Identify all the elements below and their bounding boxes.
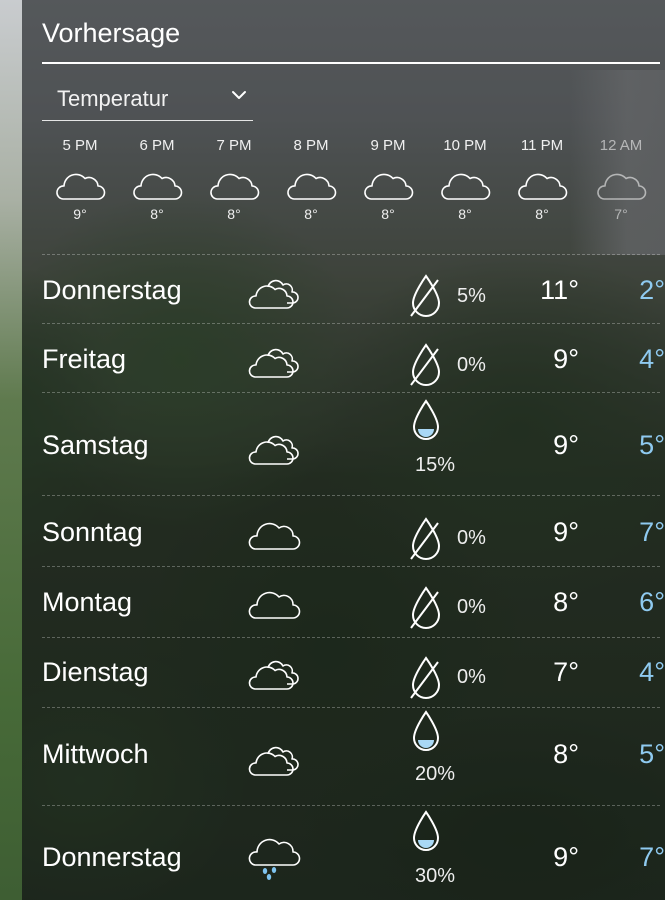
day-name: Donnerstag — [42, 275, 182, 305]
hour-temp: 8° — [381, 206, 395, 222]
precip-chance: 5% — [457, 285, 486, 307]
chevron-down-icon — [232, 91, 246, 99]
daily-row[interactable]: Donnerstag 5% 11° 2° — [42, 258, 665, 324]
row-divider — [42, 254, 660, 255]
hour-temp: 8° — [535, 206, 549, 222]
low-temp: 5° — [639, 430, 665, 460]
cloud-icon — [248, 522, 301, 550]
day-name: Freitag — [42, 344, 127, 374]
cloud-icon — [518, 173, 568, 200]
hour-time: 7 PM — [216, 137, 252, 154]
high-temp: 9° — [553, 430, 579, 460]
section-title: Vorhersage — [42, 18, 181, 48]
clouds-icon — [248, 746, 299, 776]
hour-item: 5 PM 9° — [44, 136, 116, 222]
precip-chance: 0% — [457, 527, 486, 549]
hour-temp: 8° — [458, 206, 472, 222]
clouds-icon — [248, 348, 299, 378]
hour-item: 12 AM 7° — [585, 136, 657, 222]
hour-temp: 8° — [304, 206, 318, 222]
hour-time: 10 PM — [443, 137, 487, 154]
hour-time: 12 AM — [599, 137, 643, 154]
day-name: Sonntag — [42, 517, 143, 547]
hour-item: 10 PM 8° — [429, 136, 501, 222]
dropdown-selected-value: Temperatur — [57, 86, 169, 111]
cloud-icon — [364, 173, 414, 200]
rain-cloud-icon — [248, 838, 301, 880]
daily-row[interactable]: Samstag 15% 9° 5° — [42, 396, 665, 496]
daily-row[interactable]: Dienstag 0% 7° 4° — [42, 641, 665, 708]
low-temp: 5° — [639, 739, 665, 769]
metric-dropdown[interactable]: Temperatur — [42, 80, 253, 121]
day-name: Montag — [42, 587, 133, 617]
hour-item: 11 PM 8° — [506, 136, 578, 222]
hour-temp: 9° — [73, 206, 87, 222]
high-temp: 8° — [553, 587, 579, 617]
high-temp: 9° — [553, 842, 579, 872]
day-name: Donnerstag — [42, 842, 182, 872]
day-name: Mittwoch — [42, 739, 149, 769]
cloud-icon — [133, 173, 183, 200]
precip-chance: 0% — [457, 666, 486, 688]
no-rain-drop-icon — [410, 586, 441, 629]
precip-chance: 15% — [414, 454, 456, 476]
hour-item: 8 PM 8° — [275, 136, 347, 222]
daily-row[interactable]: Sonntag 0% 9° 7° — [42, 499, 665, 567]
low-temp: 2° — [639, 275, 665, 305]
precip-chance: 20% — [414, 763, 456, 785]
clouds-icon — [248, 279, 299, 309]
low-temp: 4° — [639, 657, 665, 687]
high-temp: 11° — [540, 275, 579, 305]
high-temp: 9° — [553, 344, 579, 374]
precip-chance: 0% — [457, 596, 486, 618]
hour-time: 8 PM — [293, 137, 329, 154]
hour-item: 9 PM 8° — [352, 136, 424, 222]
rain-drop-icon — [412, 399, 440, 440]
clouds-icon — [248, 435, 299, 465]
low-temp: 7° — [639, 517, 665, 547]
precip-chance: 0% — [457, 354, 486, 376]
cloud-icon — [441, 173, 491, 200]
high-temp: 9° — [553, 517, 579, 547]
hour-time: 11 PM — [520, 137, 564, 154]
cloud-icon — [597, 173, 647, 200]
precip-chance: 30% — [414, 865, 456, 887]
cloud-icon — [287, 173, 337, 200]
cloud-icon — [248, 591, 301, 619]
low-temp: 6° — [639, 587, 665, 617]
hour-temp: 7° — [614, 206, 628, 222]
no-rain-drop-icon — [410, 343, 441, 386]
low-temp: 4° — [639, 344, 665, 374]
hour-time: 5 PM — [62, 137, 98, 154]
hour-time: 6 PM — [139, 137, 175, 154]
hour-time: 9 PM — [370, 137, 406, 154]
high-temp: 7° — [553, 657, 579, 687]
no-rain-drop-icon — [410, 656, 441, 699]
daily-row[interactable]: Mittwoch 20% 8° 5° — [42, 710, 665, 806]
high-temp: 8° — [553, 739, 579, 769]
clouds-icon — [248, 660, 299, 690]
title-divider — [42, 62, 660, 64]
background-edge — [0, 0, 22, 900]
low-temp: 7° — [639, 842, 665, 872]
hour-temp: 8° — [150, 206, 164, 222]
cloud-icon — [56, 173, 106, 200]
day-name: Dienstag — [42, 657, 149, 687]
rain-drop-icon — [412, 710, 440, 751]
daily-row[interactable]: Donnerstag 30% 9° 7° — [42, 809, 665, 900]
hour-temp: 8° — [227, 206, 241, 222]
hour-item: 6 PM 8° — [121, 136, 193, 222]
day-name: Samstag — [42, 430, 149, 460]
daily-row[interactable]: Montag 0% 8° 6° — [42, 570, 665, 638]
no-rain-drop-icon — [410, 274, 441, 317]
daily-row[interactable]: Freitag 0% 9° 4° — [42, 327, 665, 393]
cloud-icon — [210, 173, 260, 200]
rain-drop-icon — [412, 810, 440, 851]
hour-item: 7 PM 8° — [198, 136, 270, 222]
no-rain-drop-icon — [410, 517, 441, 560]
